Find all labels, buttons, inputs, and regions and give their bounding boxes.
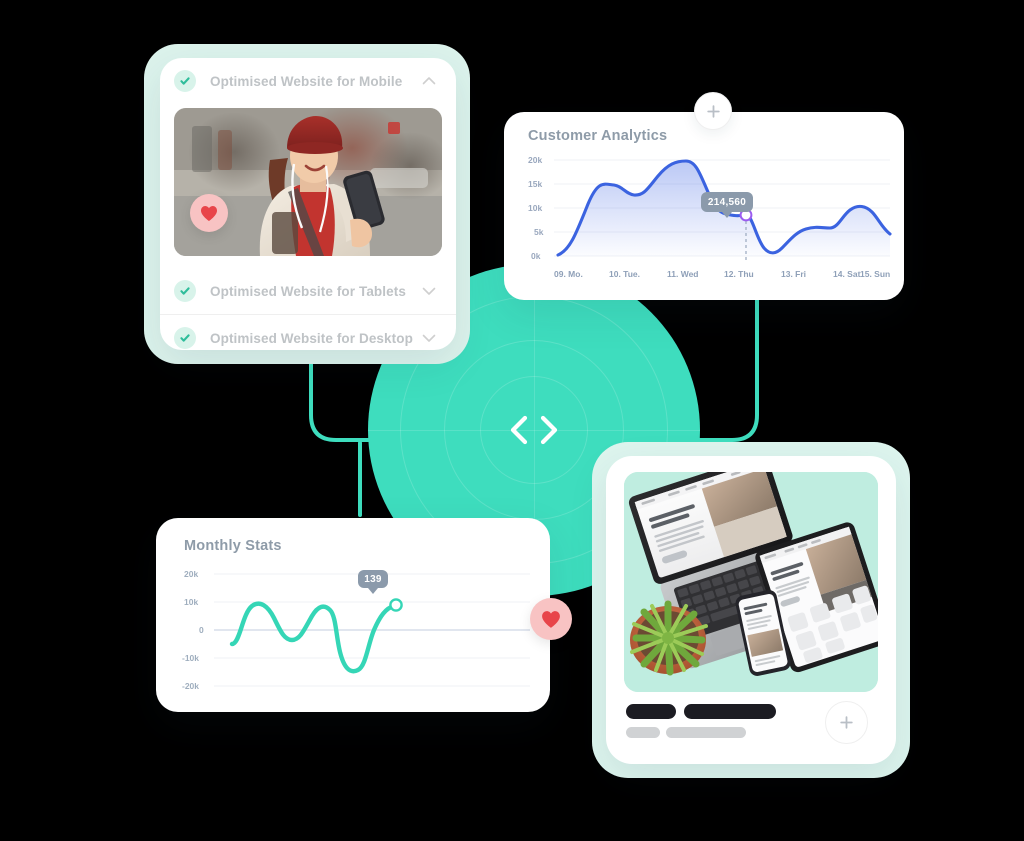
svg-text:14. Sat: 14. Sat	[833, 269, 861, 279]
svg-text:10. Tue.: 10. Tue.	[609, 269, 640, 279]
code-icon	[510, 415, 558, 445]
illustration-stage: Optimised Website for Mobile Optimised W…	[0, 0, 1024, 841]
chevron-down-icon[interactable]	[420, 282, 438, 300]
svg-text:10k: 10k	[528, 203, 542, 213]
monthly-tooltip: 139	[358, 570, 388, 588]
svg-text:15. Sun: 15. Sun	[860, 269, 890, 279]
analytics-chart: 20k 15k 10k 5k 0k 09. Mo. 10. Tue. 11. W…	[528, 155, 892, 279]
chevron-up-icon[interactable]	[420, 72, 438, 90]
plus-icon	[706, 104, 720, 118]
svg-text:0: 0	[199, 625, 204, 635]
analytics-tooltip: 214,560	[701, 192, 753, 212]
svg-text:-10k: -10k	[182, 653, 199, 663]
accordion-label: Optimised Website for Tablets	[210, 283, 406, 299]
skeleton-line	[684, 704, 776, 719]
accordion-label: Optimised Website for Mobile	[210, 73, 403, 89]
svg-text:20k: 20k	[184, 569, 198, 579]
svg-text:20k: 20k	[528, 155, 542, 165]
check-icon	[174, 280, 196, 302]
svg-text:10k: 10k	[184, 597, 198, 607]
monthly-like-button[interactable]	[530, 598, 572, 640]
svg-text:15k: 15k	[528, 179, 542, 189]
monthly-chart: 20k 10k 0 -10k -20k	[182, 569, 530, 691]
check-icon	[174, 70, 196, 92]
accordion-row-desktop[interactable]: Optimised Website for Desktop	[160, 315, 456, 350]
plus-icon	[840, 716, 853, 729]
accordion-label: Optimised Website for Desktop	[210, 330, 413, 346]
analytics-tooltip-value: 214,560	[707, 196, 747, 208]
svg-text:09. Mo.: 09. Mo.	[554, 269, 583, 279]
skeleton-line	[626, 704, 676, 719]
laptop-tablet-phone-mockup-photo	[624, 472, 878, 692]
svg-text:13. Fri: 13. Fri	[781, 269, 806, 279]
device-add-button[interactable]	[825, 701, 868, 744]
heart-icon	[542, 610, 560, 628]
analytics-title: Customer Analytics	[528, 128, 668, 144]
svg-text:-20k: -20k	[182, 681, 199, 691]
monthly-tooltip-value: 139	[364, 573, 382, 585]
accordion-row-mobile[interactable]: Optimised Website for Mobile	[160, 58, 456, 104]
svg-text:5k: 5k	[534, 227, 544, 237]
customer-analytics-card: Customer Analytics 20k 15k 10k 5k 0k 09.…	[504, 112, 904, 300]
skeleton-line	[626, 727, 660, 738]
monthly-stats-card: Monthly Stats 20k 10k 0 -10k -20k 139	[156, 518, 550, 712]
svg-text:11. Wed: 11. Wed	[667, 269, 699, 279]
svg-text:12. Thu: 12. Thu	[724, 269, 754, 279]
check-icon	[174, 327, 196, 349]
analytics-add-button[interactable]	[694, 92, 732, 130]
heart-icon	[201, 205, 217, 221]
chevron-down-icon[interactable]	[420, 329, 438, 347]
skeleton-line	[666, 727, 746, 738]
accordion-card: Optimised Website for Mobile Optimised W…	[160, 58, 456, 350]
svg-text:0k: 0k	[531, 251, 541, 261]
accordion-row-tablets[interactable]: Optimised Website for Tablets	[160, 268, 456, 314]
device-mockup-card	[606, 456, 896, 764]
like-button[interactable]	[190, 194, 228, 232]
woman-with-phone-photo	[174, 108, 442, 256]
monthly-title: Monthly Stats	[184, 538, 282, 554]
